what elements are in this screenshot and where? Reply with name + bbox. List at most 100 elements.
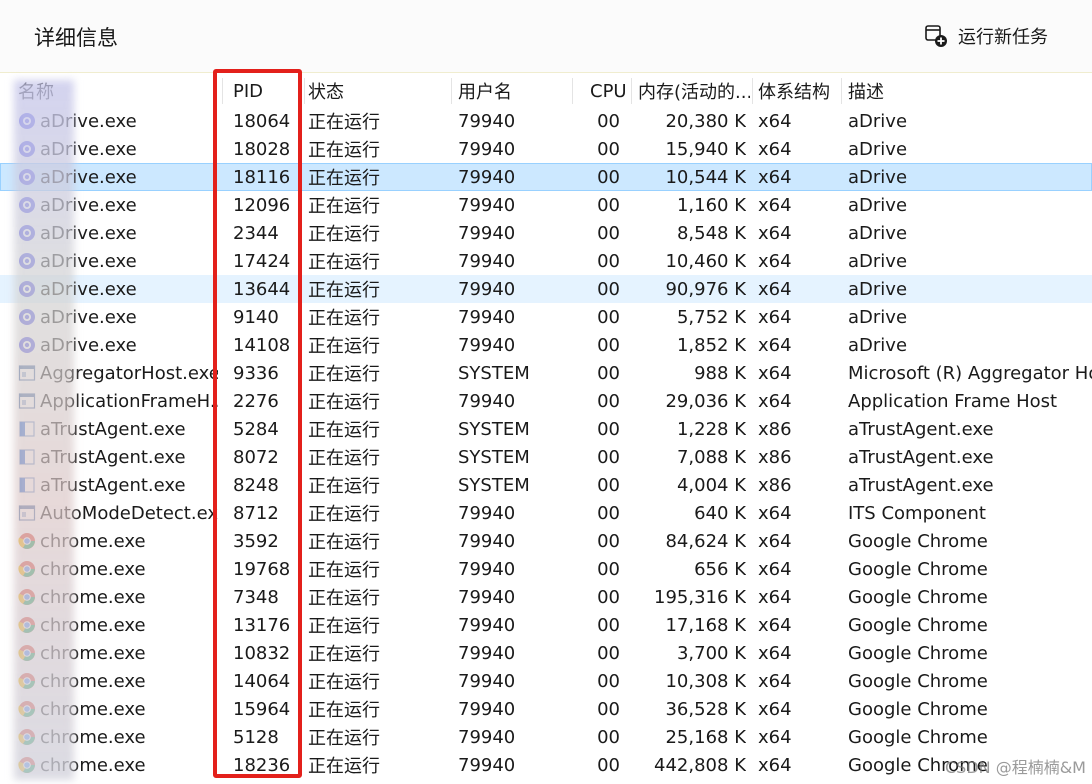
- pid-cell: 8712: [233, 502, 279, 524]
- table-row[interactable]: aTrustAgent.exe 8072 正在运行 SYSTEM 00 7,088 K x8…: [0, 443, 1092, 471]
- table-row[interactable]: chrome.exe 13176 正在运行 79940 00 17,168 K x64 Goo…: [0, 611, 1092, 639]
- table-row[interactable]: chrome.exe 15964 正在运行 79940 00 36,528 K x64 Goo…: [0, 695, 1092, 723]
- user-cell: SYSTEM: [458, 418, 530, 440]
- watermark: CSDN @程楠楠&M: [945, 758, 1086, 777]
- pid-cell: 14064: [233, 670, 291, 692]
- cpu-cell: 00: [597, 334, 620, 356]
- table-row[interactable]: chrome.exe 5128 正在运行 79940 00 25,168 K x64 Goog…: [0, 723, 1092, 751]
- table-row[interactable]: aTrustAgent.exe 8248 正在运行 SYSTEM 00 4,004 K x8…: [0, 471, 1092, 499]
- table-row[interactable]: chrome.exe 10832 正在运行 79940 00 3,700 K x64 Goog…: [0, 639, 1092, 667]
- chrome-icon: [18, 588, 36, 606]
- adrive-icon: [18, 112, 36, 130]
- column-divider[interactable]: [752, 78, 753, 104]
- memory-cell: 988 K: [694, 362, 746, 384]
- table-row[interactable]: chrome.exe 7348 正在运行 79940 00 195,316 K x64 Goo…: [0, 583, 1092, 611]
- user-cell: 79940: [458, 194, 516, 216]
- column-header-pid[interactable]: PID: [233, 76, 303, 106]
- column-header-status[interactable]: 状态: [308, 76, 448, 106]
- table-row[interactable]: chrome.exe 18236 正在运行 79940 00 442,808 Kx64 Go…: [0, 751, 1092, 779]
- description-cell: Google Chrome: [848, 642, 988, 664]
- table-row[interactable]: AggregatorHost.exe 9336 正在运行 SYSTEM 00 988 K x…: [0, 359, 1092, 387]
- column-header-description[interactable]: 描述: [848, 76, 1092, 106]
- process-name-cell: chrome.exe: [18, 611, 218, 639]
- column-header-arch[interactable]: 体系结构: [758, 76, 838, 106]
- pid-cell: 10832: [233, 642, 291, 664]
- description-cell: aDrive: [848, 194, 908, 216]
- table-row[interactable]: ApplicationFrameH... 2276 正在运行 79940 00 29,03…: [0, 387, 1092, 415]
- table-row[interactable]: aDrive.exe 13644 正在运行 79940 00 90,976 K x64 aDr…: [0, 275, 1092, 303]
- user-cell: 79940: [458, 390, 516, 412]
- arch-cell: x64: [758, 754, 792, 776]
- column-divider[interactable]: [222, 78, 223, 104]
- table-row[interactable]: aTrustAgent.exe 5284 正在运行 SYSTEM 00 1,228 K x8…: [0, 415, 1092, 443]
- table-row[interactable]: chrome.exe 3592 正在运行 79940 00 84,624 K x64 Goog…: [0, 527, 1092, 555]
- description-cell: aDrive: [848, 278, 908, 300]
- description-cell: Google Chrome: [848, 726, 988, 748]
- adrive-icon: [18, 336, 36, 354]
- memory-cell: 84,624 K: [665, 530, 746, 552]
- table-row[interactable]: aDrive.exe 18116 正在运行 79940 00 10,544 K x64 aDr…: [0, 163, 1092, 191]
- description-cell: aTrustAgent.exe: [848, 418, 994, 440]
- process-name: chrome.exe: [40, 642, 146, 664]
- user-cell: 79940: [458, 558, 516, 580]
- user-cell: 79940: [458, 502, 516, 524]
- status-cell: 正在运行: [308, 224, 380, 245]
- description-cell: Google Chrome: [848, 586, 988, 608]
- arch-cell: x64: [758, 278, 792, 300]
- status-cell: 正在运行: [308, 420, 380, 441]
- atrust-icon: [18, 448, 36, 466]
- column-divider[interactable]: [304, 78, 305, 104]
- column-divider[interactable]: [841, 78, 842, 104]
- status-cell: 正在运行: [308, 672, 380, 693]
- table-row[interactable]: aDrive.exe 17424 正在运行 79940 00 10,460 K x64 aDr…: [0, 247, 1092, 275]
- user-cell: 79940: [458, 586, 516, 608]
- run-new-task-button[interactable]: 运行新任务: [924, 18, 1048, 54]
- pid-cell: 18116: [233, 166, 291, 188]
- process-name-cell: chrome.exe: [18, 583, 218, 611]
- column-header-memory[interactable]: 内存(活动的...: [638, 76, 750, 106]
- app-window-icon: [18, 364, 36, 382]
- status-cell: 正在运行: [308, 644, 380, 665]
- column-header-name[interactable]: 名称 ^: [18, 76, 218, 106]
- column-divider[interactable]: [631, 78, 632, 104]
- run-new-task-label: 运行新任务: [958, 27, 1048, 48]
- chrome-icon: [18, 616, 36, 634]
- column-header-user[interactable]: 用户名: [458, 76, 568, 106]
- arch-cell: x64: [758, 558, 792, 580]
- process-name: aTrustAgent.exe: [40, 418, 186, 440]
- arch-cell: x64: [758, 194, 792, 216]
- column-divider[interactable]: [451, 78, 452, 104]
- process-name: chrome.exe: [40, 670, 146, 692]
- process-name: aDrive.exe: [40, 278, 137, 300]
- cpu-cell: 00: [597, 222, 620, 244]
- adrive-icon: [18, 196, 36, 214]
- table-row[interactable]: aDrive.exe 9140 正在运行 79940 00 5,752 K x64 aDriv…: [0, 303, 1092, 331]
- status-cell: 正在运行: [308, 448, 380, 469]
- process-name-cell: chrome.exe: [18, 723, 218, 751]
- process-name-cell: chrome.exe: [18, 751, 218, 779]
- table-row[interactable]: AutoModeDetect.exe 8712 正在运行 79940 00 640 K x6…: [0, 499, 1092, 527]
- table-row[interactable]: aDrive.exe 18028 正在运行 79940 00 15,940 K x64 aDr…: [0, 135, 1092, 163]
- memory-cell: 20,380 K: [665, 110, 746, 132]
- app-window-icon: [18, 392, 36, 410]
- process-name-cell: aDrive.exe: [18, 163, 218, 191]
- process-name: aDrive.exe: [40, 250, 137, 272]
- process-name-cell: aDrive.exe: [18, 247, 218, 275]
- table-row[interactable]: aDrive.exe 12096 正在运行 79940 00 1,160 K x64 aDri…: [0, 191, 1092, 219]
- description-cell: Google Chrome: [848, 530, 988, 552]
- description-cell: Google Chrome: [848, 558, 988, 580]
- table-row[interactable]: aDrive.exe 18064 正在运行 79940 00 20,380 K x64 aDr…: [0, 107, 1092, 135]
- memory-cell: 17,168 K: [665, 614, 746, 636]
- column-divider[interactable]: [572, 78, 573, 104]
- table-row[interactable]: aDrive.exe 14108 正在运行 79940 00 1,852 K x64 aDri…: [0, 331, 1092, 359]
- table-row[interactable]: chrome.exe 14064 正在运行 79940 00 10,308 K x64 Goo…: [0, 667, 1092, 695]
- memory-cell: 7,088 K: [676, 446, 746, 468]
- arch-cell: x64: [758, 306, 792, 328]
- arch-cell: x64: [758, 586, 792, 608]
- status-cell: 正在运行: [308, 560, 380, 581]
- description-cell: aTrustAgent.exe: [848, 446, 994, 468]
- table-row[interactable]: aDrive.exe 2344 正在运行 79940 00 8,548 K x64 aDriv…: [0, 219, 1092, 247]
- status-cell: 正在运行: [308, 476, 380, 497]
- table-row[interactable]: chrome.exe 19768 正在运行 79940 00 656 K x64 Google…: [0, 555, 1092, 583]
- pid-cell: 19768: [233, 558, 291, 580]
